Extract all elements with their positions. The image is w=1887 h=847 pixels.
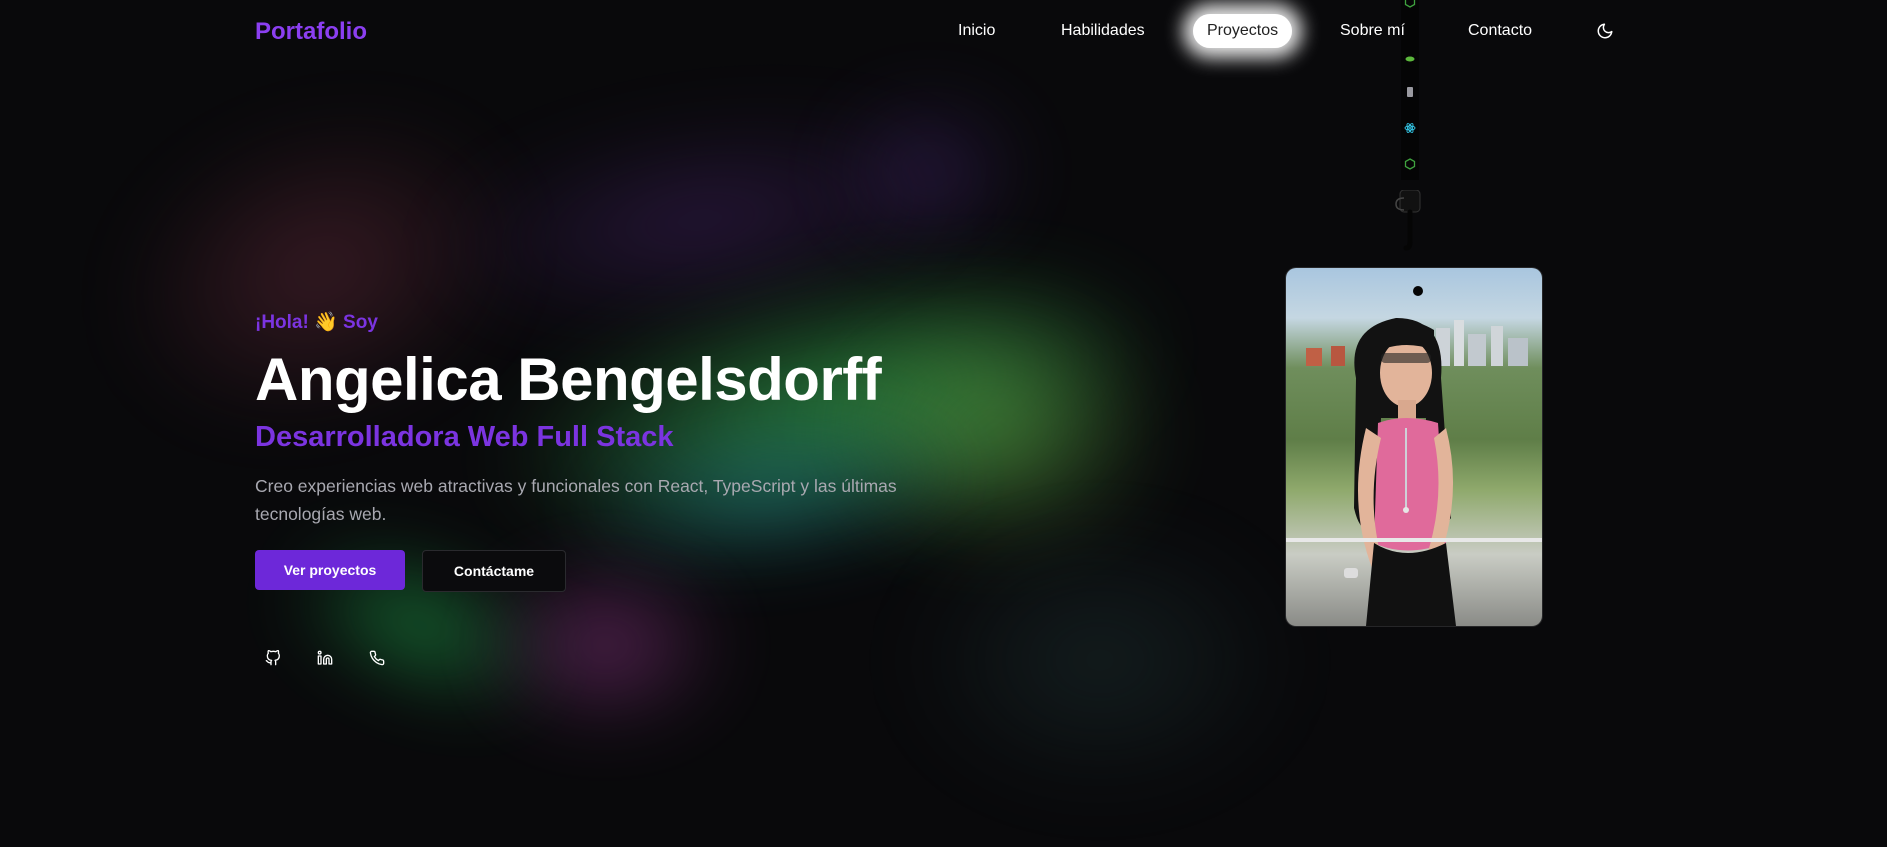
hero-role: Desarrolladora Web Full Stack xyxy=(255,421,674,453)
moon-icon[interactable] xyxy=(1596,22,1614,40)
nav-link-contacto[interactable]: Contacto xyxy=(1468,22,1532,40)
nav-link-inicio[interactable]: Inicio xyxy=(958,22,995,40)
badge-hole xyxy=(1413,286,1423,296)
nav-link-proyectos[interactable]: Proyectos xyxy=(1193,14,1293,48)
profile-photo xyxy=(1286,268,1542,626)
view-projects-button[interactable]: Ver proyectos xyxy=(255,550,405,590)
hero-actions: Ver proyectos Contáctame xyxy=(255,550,975,592)
node-icon xyxy=(1404,158,1416,170)
nav-link-sobre-mi[interactable]: Sobre mí xyxy=(1340,22,1405,40)
logo[interactable]: Portafolio xyxy=(255,18,367,46)
navbar: Portafolio Inicio Habilidades Proyectos … xyxy=(0,0,1887,64)
profile-badge[interactable] xyxy=(1286,268,1542,626)
badge-clip xyxy=(1390,189,1430,251)
phone-icon[interactable] xyxy=(369,650,387,668)
contact-me-button[interactable]: Contáctame xyxy=(422,550,566,592)
file-icon xyxy=(1404,86,1416,98)
hero-name: Angelica Bengelsdorff xyxy=(255,346,882,413)
hero-description: Creo experiencias web atractivas y funci… xyxy=(255,476,897,524)
linkedin-icon[interactable] xyxy=(317,650,335,668)
github-icon[interactable] xyxy=(265,649,283,668)
nav-link-habilidades[interactable]: Habilidades xyxy=(1061,22,1145,40)
react-icon xyxy=(1404,122,1416,134)
hero-section: ¡Hola! 👋 Soy Angelica Bengelsdorff Desar… xyxy=(255,310,975,592)
hero-greeting: ¡Hola! 👋 Soy xyxy=(255,312,378,333)
